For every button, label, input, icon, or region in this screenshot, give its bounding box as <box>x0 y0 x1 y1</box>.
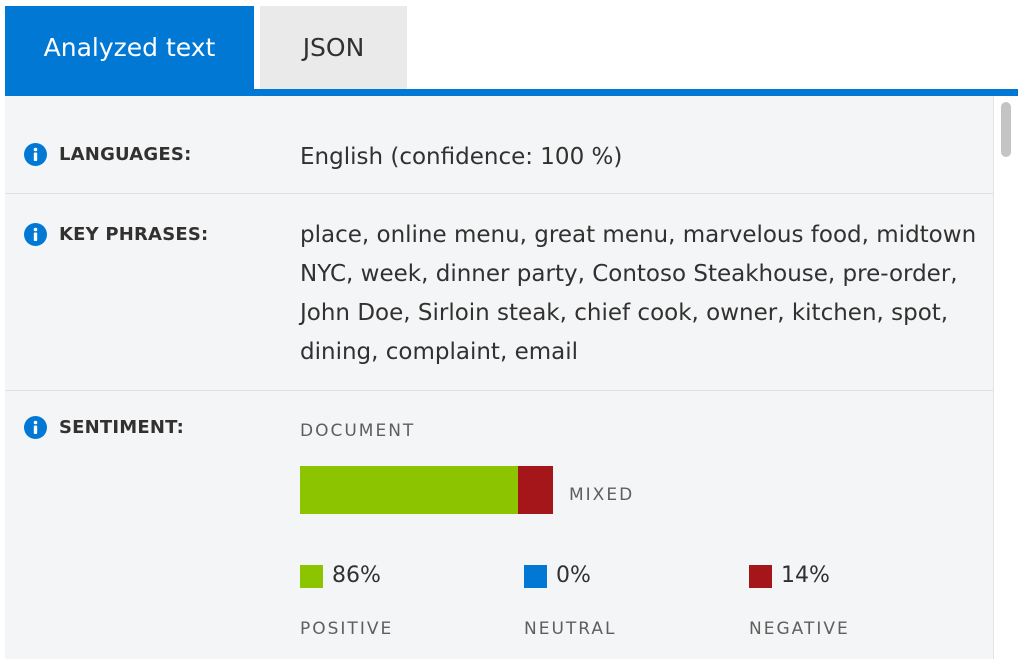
sentiment-label-text: SENTIMENT: <box>59 417 185 438</box>
positive-swatch <box>300 565 323 588</box>
negative-label: NEGATIVE <box>749 619 850 639</box>
positive-label: POSITIVE <box>300 619 394 639</box>
results-content: LANGUAGES: English (confidence: 100 %) K… <box>5 96 993 659</box>
negative-percent: 14% <box>781 563 830 588</box>
info-icon[interactable] <box>24 143 47 166</box>
key-phrases-label: KEY PHRASES: <box>24 223 208 246</box>
key-phrases-line: NYC, week, dinner party, Contoso Steakho… <box>300 261 958 287</box>
neutral-label: NEUTRAL <box>524 619 617 639</box>
key-phrases-value: place, online menu, great menu, marvelou… <box>300 216 976 372</box>
info-icon[interactable] <box>24 416 47 439</box>
sentiment-bar-positive <box>300 466 518 514</box>
languages-label: LANGUAGES: <box>24 143 191 166</box>
neutral-percent: 0% <box>556 563 591 588</box>
key-phrases-line: John Doe, Sirloin steak, chief cook, own… <box>300 300 949 326</box>
overall-sentiment: MIXED <box>569 485 635 505</box>
key-phrases-line: place, online menu, great menu, marvelou… <box>300 222 977 248</box>
key-phrases-line: dining, complaint, email <box>300 339 578 365</box>
tab-bar: Analyzed text JSON <box>5 6 407 89</box>
neutral-swatch <box>524 565 547 588</box>
vertical-scrollbar[interactable] <box>993 96 1018 659</box>
scrollbar-thumb[interactable] <box>1001 102 1011 157</box>
languages-row: LANGUAGES: English (confidence: 100 %) <box>5 96 993 194</box>
results-panel: LANGUAGES: English (confidence: 100 %) K… <box>5 96 1018 659</box>
sentiment-label: SENTIMENT: <box>24 416 184 439</box>
tab-analyzed-text[interactable]: Analyzed text <box>5 6 254 89</box>
languages-label-text: LANGUAGES: <box>59 144 192 165</box>
key-phrases-label-text: KEY PHRASES: <box>59 224 209 245</box>
tab-underline <box>5 89 1018 96</box>
negative-swatch <box>749 565 772 588</box>
key-phrases-row: KEY PHRASES: place, online menu, great m… <box>5 194 993 391</box>
document-label: DOCUMENT <box>300 421 416 441</box>
tab-json[interactable]: JSON <box>260 6 407 89</box>
sentiment-bar-negative <box>518 466 553 514</box>
info-icon[interactable] <box>24 223 47 246</box>
sentiment-row: SENTIMENT: DOCUMENT MIXED 86% POSITIVE 0… <box>5 391 993 659</box>
positive-percent: 86% <box>332 563 381 588</box>
languages-value: English (confidence: 100 %) <box>300 144 623 170</box>
